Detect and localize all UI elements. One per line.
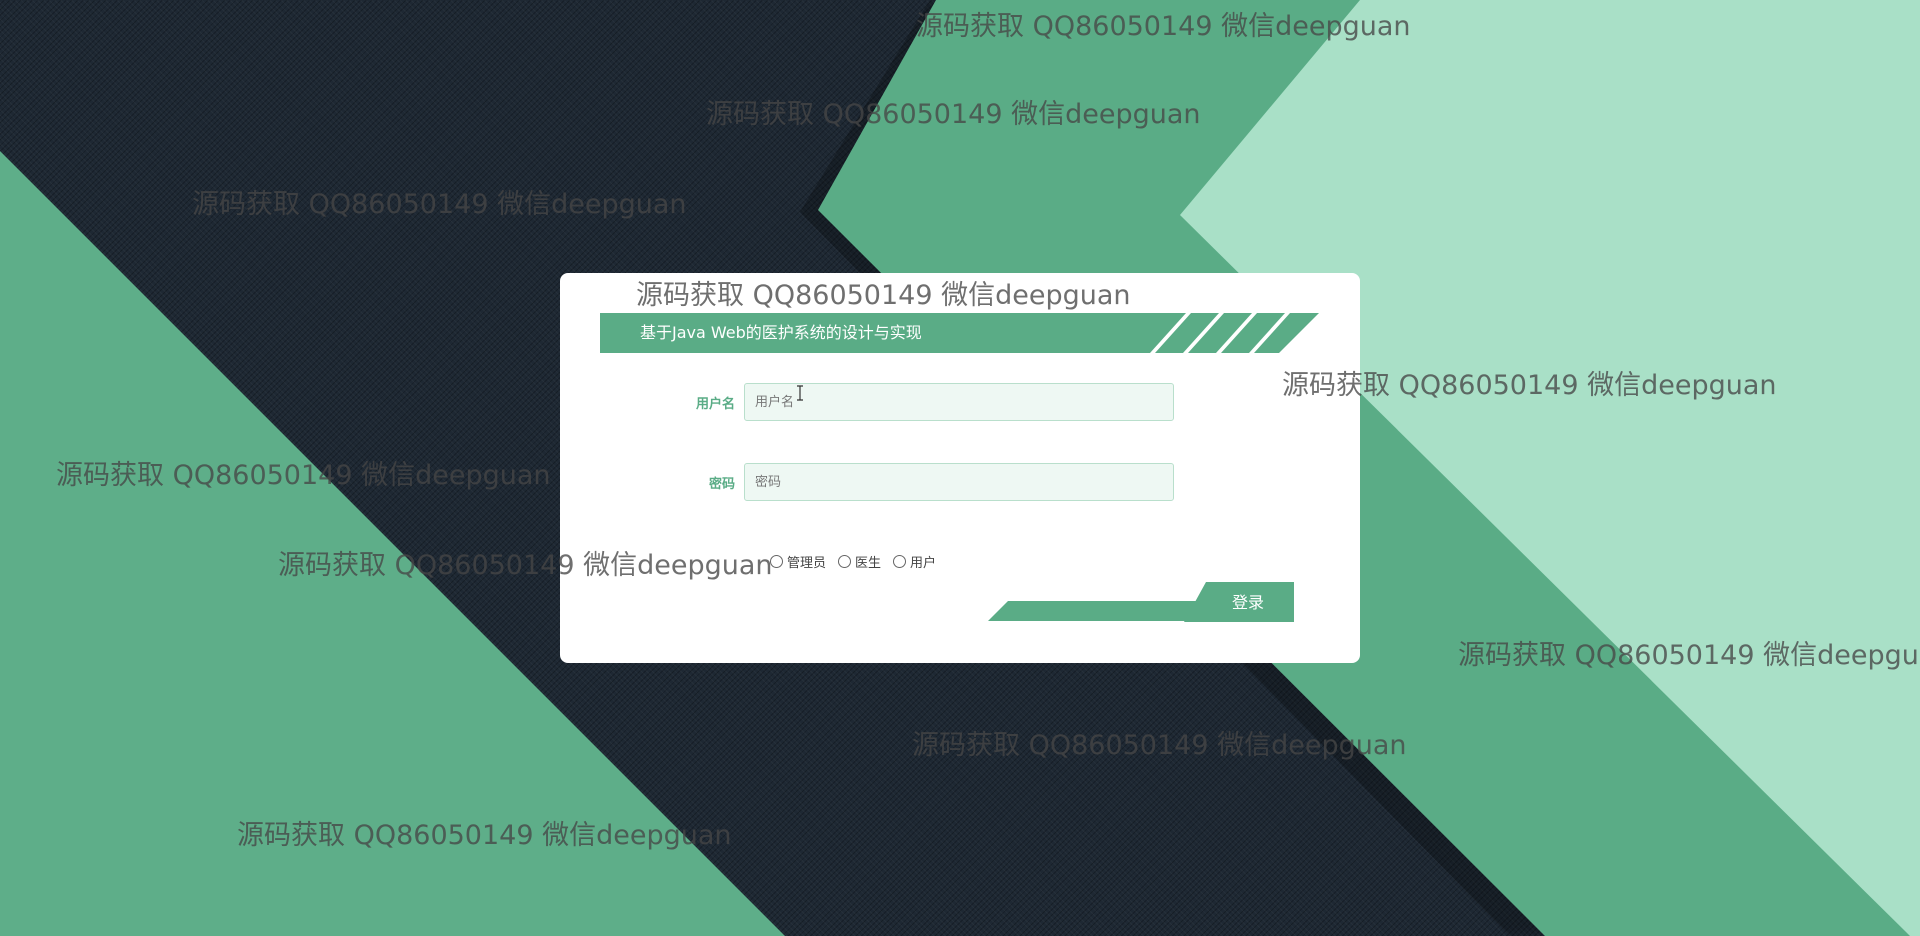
password-label: 密码 [708, 477, 735, 492]
radio-icon[interactable] [893, 555, 907, 568]
title-banner: 基于Java Web的医护系统的设计与实现 [600, 313, 1319, 353]
role-radio-group: 管理员 医生 用户 [770, 552, 948, 571]
text-cursor-icon [797, 385, 803, 401]
username-input[interactable] [744, 383, 1174, 421]
role-option-user[interactable]: 用户 [893, 552, 936, 571]
role-option-admin[interactable]: 管理员 [770, 552, 826, 571]
role-option-doctor[interactable]: 医生 [838, 552, 881, 571]
password-input[interactable] [744, 463, 1174, 501]
login-button-slope [988, 601, 1218, 621]
system-title: 基于Java Web的医护系统的设计与实现 [640, 323, 922, 342]
banner-stripe [1216, 313, 1257, 353]
banner-stripe [1249, 313, 1290, 353]
radio-icon[interactable] [838, 555, 852, 568]
banner-stripe [1150, 313, 1191, 353]
banner-stripe [1183, 313, 1224, 353]
login-page: 基于Java Web的医护系统的设计与实现 用户名 密码 管理员 医生 用户 [0, 0, 1920, 936]
username-label: 用户名 [695, 397, 735, 412]
watermark: 源码获取 QQ86050149 微信deepguan [192, 189, 687, 220]
radio-icon[interactable] [770, 555, 783, 568]
role-label-admin: 管理员 [787, 556, 827, 571]
role-label-doctor: 医生 [855, 556, 882, 571]
login-button[interactable]: 登录 [1184, 582, 1294, 622]
login-card: 基于Java Web的医护系统的设计与实现 用户名 密码 管理员 医生 用户 [560, 273, 1360, 663]
role-label-user: 用户 [910, 556, 937, 571]
